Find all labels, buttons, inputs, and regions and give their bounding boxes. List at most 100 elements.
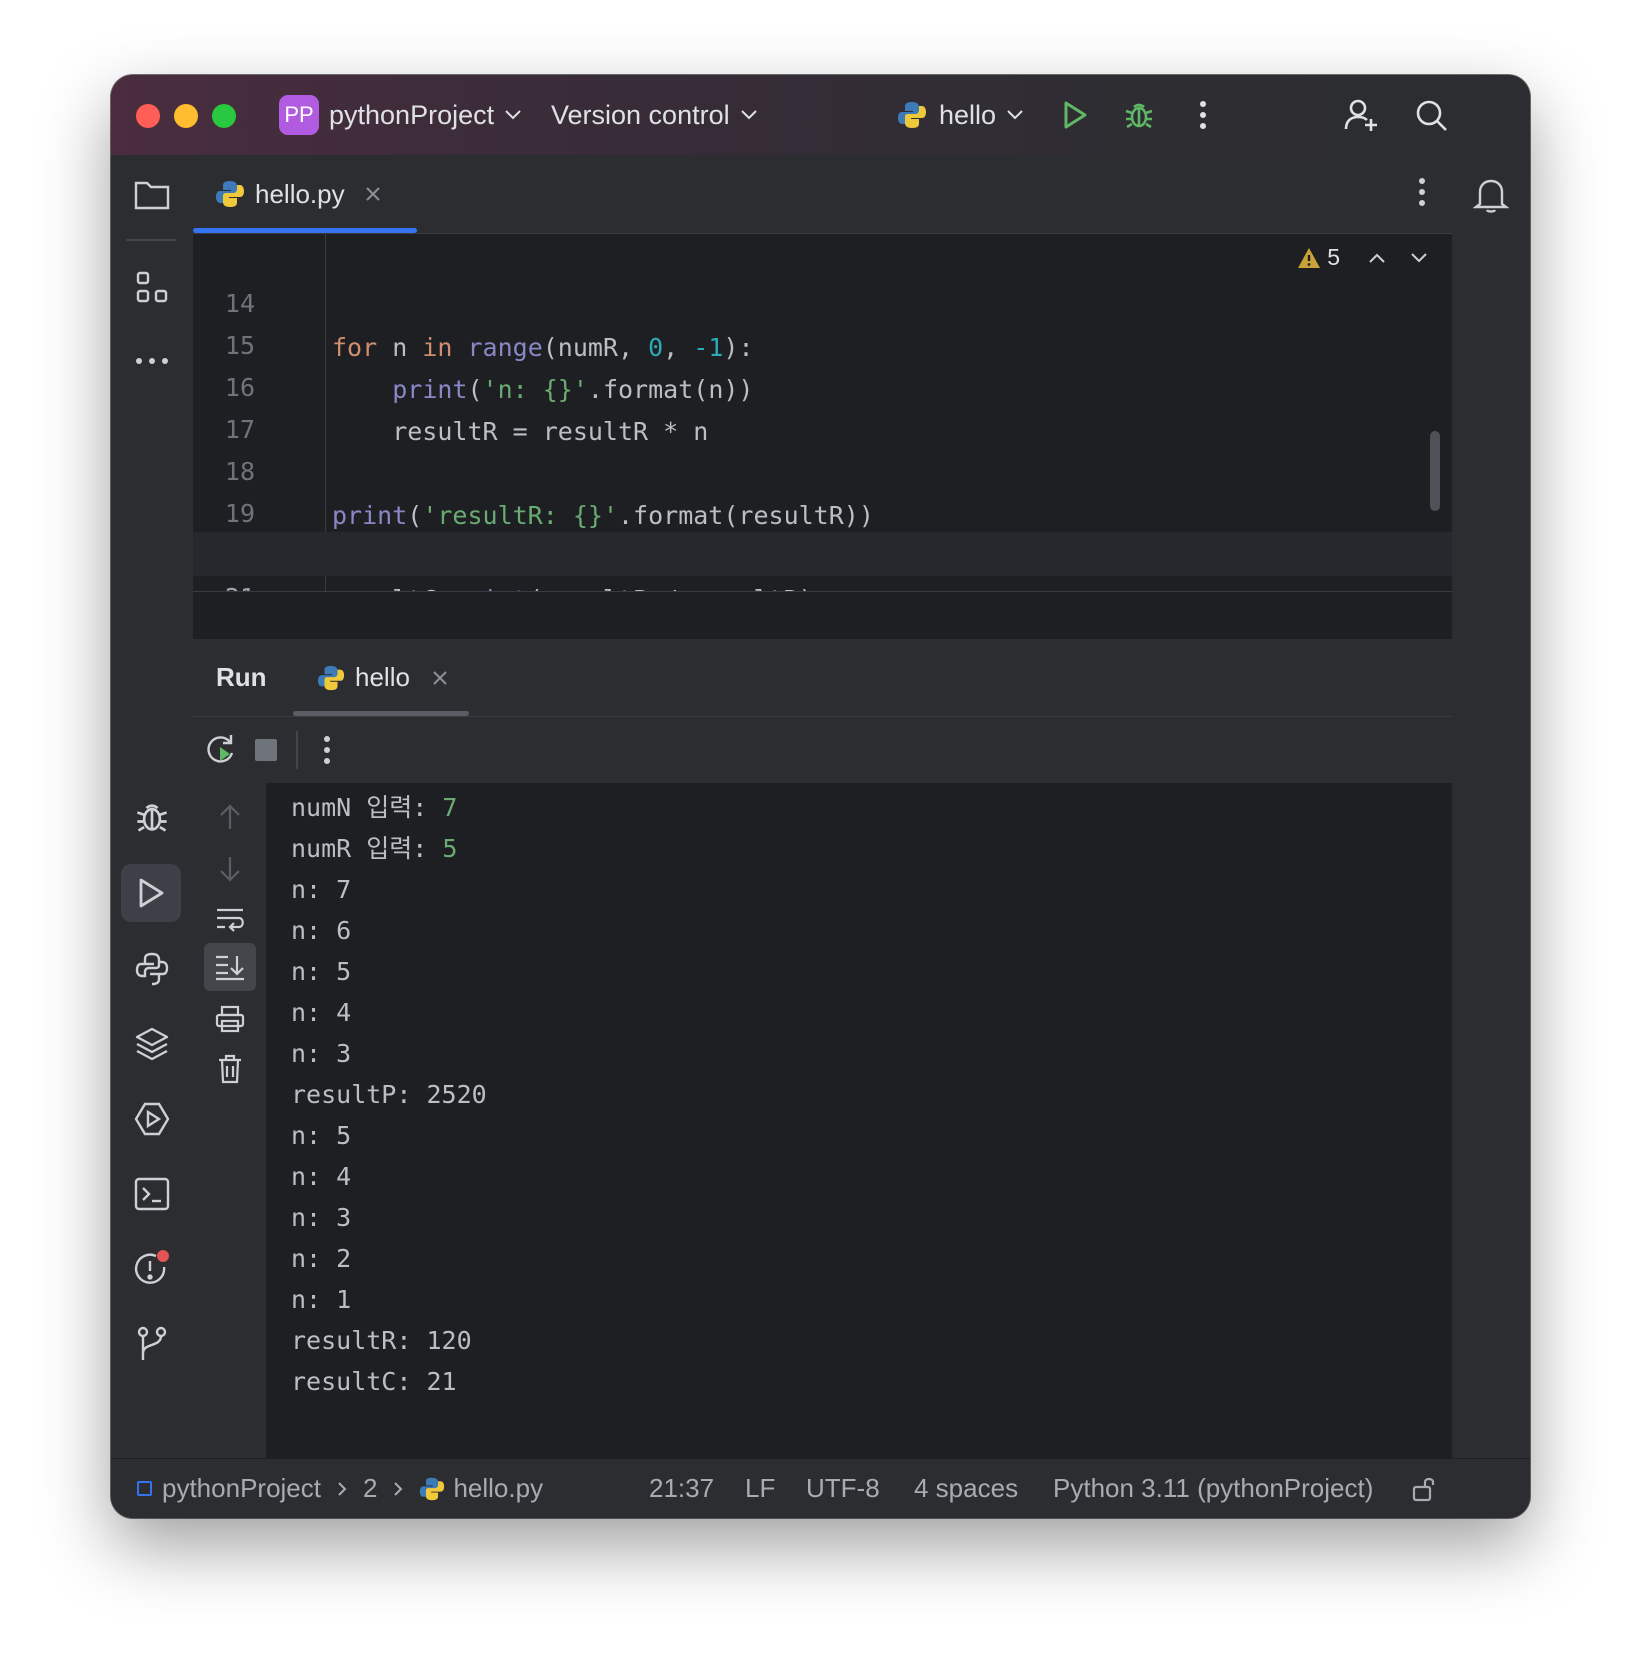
indent-setting[interactable]: 4 spaces [914, 1459, 1018, 1518]
warnings-indicator[interactable]: 5 [1297, 244, 1340, 271]
chevron-right-icon [337, 1481, 347, 1497]
more-vertical-icon[interactable] [1183, 95, 1223, 135]
tab-label: hello.py [255, 178, 345, 209]
tab-hello-py[interactable]: hello.py [215, 155, 381, 233]
more-horizontal-icon[interactable] [130, 339, 174, 383]
add-user-icon[interactable] [1341, 95, 1381, 135]
run-toolbar [193, 717, 1452, 783]
run-tab-hello[interactable]: hello [317, 639, 448, 716]
problems-icon[interactable] [130, 1247, 174, 1291]
trash-icon[interactable] [208, 1047, 252, 1091]
chevron-down-icon[interactable] [1410, 252, 1428, 264]
arrow-down-icon[interactable] [208, 847, 252, 891]
scroll-to-end-toggle[interactable] [204, 943, 256, 991]
lock-icon[interactable] [1411, 1459, 1439, 1518]
python-icon [897, 100, 927, 130]
title-bar: PP pythonProject Version control hello [111, 75, 1530, 155]
console-line: resultC: 21 [291, 1367, 457, 1396]
close-window-button[interactable] [136, 104, 160, 128]
right-tool-strip [1451, 155, 1530, 1459]
debug-icon[interactable] [1119, 95, 1159, 135]
left-tool-strip [111, 155, 194, 1459]
code-line: 16 resultR = resultR * n [193, 322, 1452, 446]
console-line: n: 3 [291, 1039, 352, 1068]
breadcrumb-folder[interactable]: 2 [363, 1473, 377, 1504]
code-editor[interactable]: 14 for n in range(numR, 0, -1): 15 print… [193, 234, 1452, 656]
python-file-icon [419, 1476, 445, 1502]
console-line: n: 3 [291, 1203, 352, 1232]
console-prompt: numN 입력: [291, 793, 443, 822]
layers-icon[interactable] [130, 1022, 174, 1066]
version-control-label: Version control [551, 99, 730, 130]
close-tab-icon[interactable] [432, 670, 448, 686]
console-line: n: 4 [291, 998, 352, 1027]
minimize-window-button[interactable] [174, 104, 198, 128]
warning-icon [1297, 247, 1321, 269]
project-badge: PP [279, 95, 319, 135]
run-tool-icon[interactable] [121, 864, 181, 922]
code-line: 17 [193, 364, 1452, 444]
toolbar-divider [296, 731, 298, 769]
git-branch-icon[interactable] [130, 1322, 174, 1366]
run-tab-indicator [293, 711, 469, 716]
version-control-menu[interactable]: Version control [551, 75, 758, 155]
cursor-position[interactable]: 21:37 [649, 1459, 714, 1518]
console-line: resultR: 120 [291, 1326, 472, 1355]
terminal-icon[interactable] [130, 1172, 174, 1216]
module-icon [137, 1481, 152, 1496]
project-folder-icon[interactable] [130, 173, 174, 217]
chevron-down-icon [740, 109, 758, 121]
soft-wrap-icon[interactable] [208, 897, 252, 941]
structure-icon[interactable] [130, 265, 174, 309]
file-encoding[interactable]: UTF-8 [806, 1459, 880, 1518]
project-selector[interactable]: PP pythonProject [279, 75, 522, 155]
stop-icon[interactable] [255, 739, 277, 761]
more-vertical-icon[interactable] [323, 735, 331, 765]
active-tab-indicator [193, 228, 417, 233]
console-line: resultP: 2520 [291, 1080, 487, 1109]
console-line: numN 입력: 7 [291, 787, 457, 829]
python-icon [317, 664, 345, 692]
console-line: n: 4 [291, 1162, 352, 1191]
console-line: n: 7 [291, 875, 352, 904]
console-line: n: 2 [291, 1244, 352, 1273]
run-icon[interactable] [1055, 95, 1095, 135]
tool-divider [126, 239, 176, 241]
project-name: pythonProject [329, 99, 495, 130]
zoom-window-button[interactable] [212, 104, 236, 128]
run-config-label: hello [939, 99, 997, 130]
rerun-icon[interactable] [203, 731, 239, 767]
console-prompt: numR 입력: [291, 834, 443, 863]
console-line: n: 6 [291, 916, 352, 945]
arrow-up-icon[interactable] [208, 795, 252, 839]
console-output[interactable]: numN 입력: 7 numR 입력: 5 n: 7 n: 6 n: 5 n: … [266, 783, 1452, 1459]
search-icon[interactable] [1411, 95, 1451, 135]
breadcrumb-file[interactable]: hello.py [453, 1473, 543, 1504]
python-file-icon [215, 179, 245, 209]
console-line: n: 5 [291, 957, 352, 986]
python-interpreter[interactable]: Python 3.11 (pythonProject) [1053, 1459, 1373, 1518]
python-console-icon[interactable] [130, 947, 174, 991]
code-line: 19 [193, 448, 1452, 528]
chevron-down-icon [504, 109, 522, 121]
status-bar: pythonProject 2 hello.py 21:37 LF UTF-8 … [111, 1458, 1530, 1518]
run-config-selector[interactable]: hello [897, 75, 1024, 155]
console-side-toolbar [193, 783, 266, 1459]
services-icon[interactable] [130, 1097, 174, 1141]
close-tab-icon[interactable] [365, 186, 381, 202]
user-input: 7 [442, 793, 458, 822]
ide-window: PP pythonProject Version control hello h… [111, 75, 1530, 1518]
line-ending[interactable]: LF [745, 1459, 775, 1518]
editor-scrollbar[interactable] [1430, 431, 1440, 511]
debug-tool-icon[interactable] [130, 795, 174, 839]
chevron-down-icon [1006, 109, 1024, 121]
breadcrumb-project[interactable]: pythonProject [162, 1473, 321, 1504]
notifications-bell-icon[interactable] [1469, 173, 1513, 217]
code-line: 20 resultC = int(resultP / resultR) [193, 490, 1452, 614]
chevron-right-icon [393, 1481, 403, 1497]
inspection-widget[interactable]: 5 [1297, 244, 1428, 271]
chevron-up-icon[interactable] [1368, 252, 1386, 264]
print-icon[interactable] [208, 997, 252, 1041]
more-vertical-icon[interactable] [1418, 177, 1426, 207]
code-line: 15 print('n: {}'.format(n)) [193, 280, 1452, 404]
